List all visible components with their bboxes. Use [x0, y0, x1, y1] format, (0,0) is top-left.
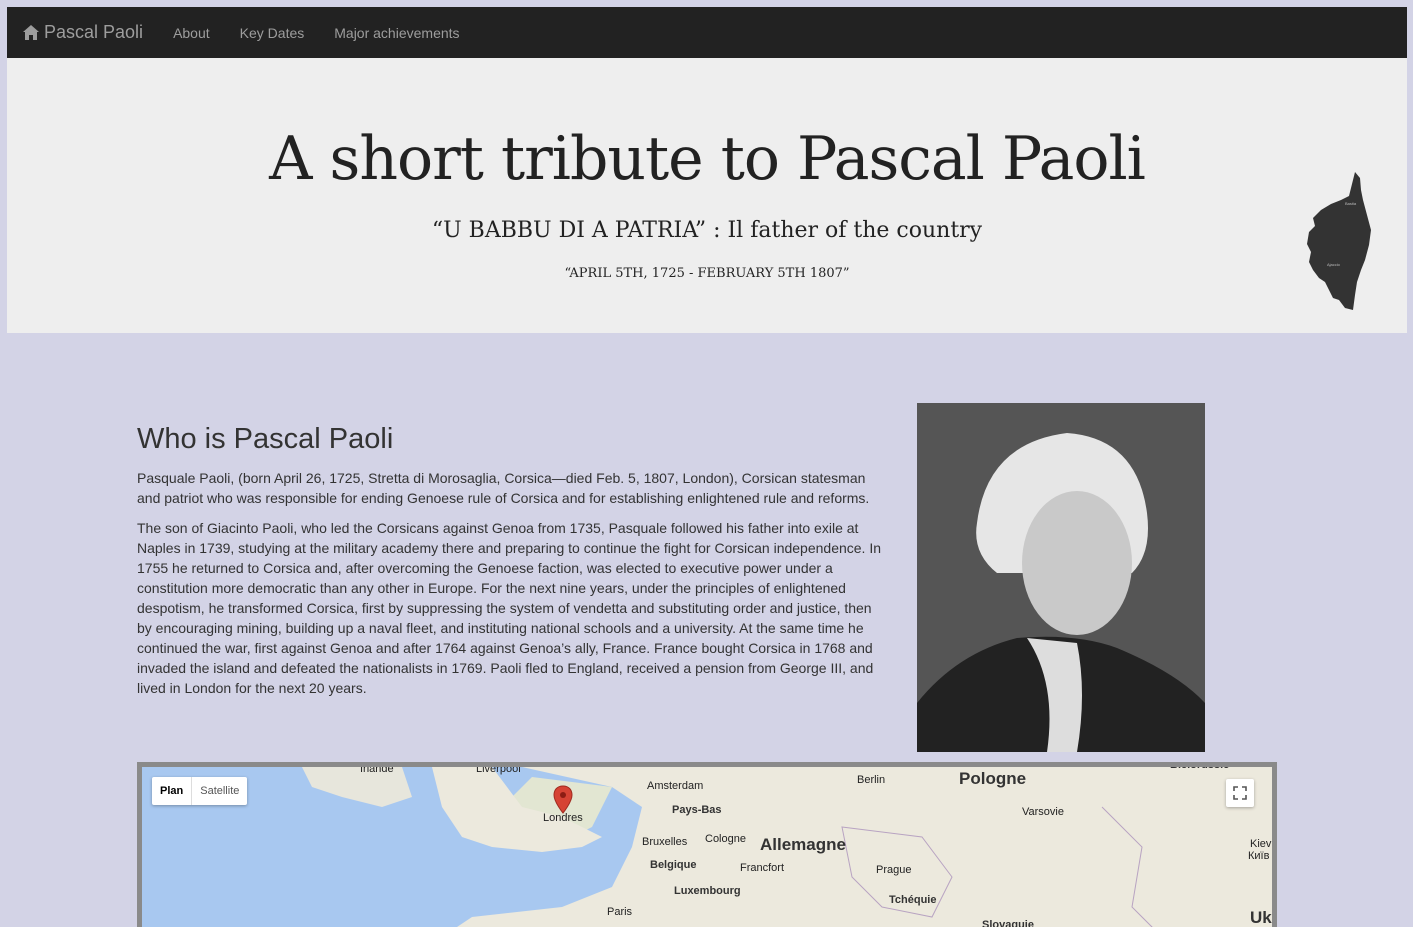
map-type-satellite-button[interactable]: Satellite: [191, 777, 247, 805]
map-label-uk: Uk: [1250, 908, 1272, 927]
map-label-tchequie: Tchéquie: [889, 894, 937, 906]
portrait-drawing: [917, 403, 1205, 752]
map-label-kiev-cyrillic: Київ: [1248, 850, 1270, 862]
map-label-bielorussie: Biélorussie: [1170, 762, 1230, 771]
map-label-slovaquie: Slovaquie: [982, 919, 1034, 927]
map-label-belgique: Belgique: [650, 859, 697, 871]
about-text: Who is Pascal Paoli Pasquale Paoli, (bor…: [137, 423, 887, 708]
map-land: [302, 767, 1272, 927]
map-label-liverpool: Liverpool: [476, 763, 521, 775]
corsica-map-image: Bastia Ajaccio: [1307, 172, 1371, 310]
portrait-image: [917, 403, 1205, 752]
map-label-berlin: Berlin: [857, 774, 886, 786]
fullscreen-button[interactable]: [1226, 779, 1254, 807]
nav-major-achievements[interactable]: Major achievements: [334, 25, 459, 41]
about-paragraph-1: Pasquale Paoli, (born April 26, 1725, St…: [137, 470, 870, 506]
hero-dates: “APRIL 5TH, 1725 - FEBRUARY 5TH 1807”: [564, 266, 850, 281]
map-label-londres: Londres: [543, 812, 583, 824]
nav-about[interactable]: About: [173, 25, 210, 41]
fullscreen-icon: [1233, 786, 1247, 800]
map-label-cologne: Cologne: [705, 833, 746, 845]
corsica-label-bastia: Bastia: [1345, 201, 1357, 206]
home-icon: [23, 25, 39, 40]
map-label-pays-bas: Pays-Bas: [672, 804, 722, 816]
brand-link[interactable]: Pascal Paoli: [22, 22, 143, 43]
map-type-plan-button[interactable]: Plan: [152, 777, 191, 805]
corsica-label-ajaccio: Ajaccio: [1327, 262, 1341, 267]
map-label-varsovie: Varsovie: [1022, 806, 1064, 818]
google-map[interactable]: Plan Satellite Irlande Liverpool Amsterd…: [137, 762, 1277, 927]
hero-subtitle: “U BABBU DI A PATRIA” : Il father of the…: [431, 218, 983, 243]
map-label-allemagne: Allemagne: [760, 835, 846, 854]
map-label-luxembourg: Luxembourg: [674, 885, 741, 897]
map-label-irlande: Irlande: [360, 763, 394, 775]
map-label-amsterdam: Amsterdam: [647, 780, 704, 792]
nav-key-dates[interactable]: Key Dates: [240, 25, 305, 41]
map-label-prague: Prague: [876, 864, 912, 876]
map-label-francfort: Francfort: [740, 862, 785, 874]
map-label-pologne: Pologne: [959, 769, 1027, 788]
about-heading: Who is Pascal Paoli: [137, 423, 394, 455]
map-label-kiev: Kiev: [1250, 838, 1272, 850]
hero-jumbotron: A short tribute to Pascal Paoli “U BABBU…: [7, 58, 1407, 333]
map-label-bruxelles: Bruxelles: [642, 836, 688, 848]
hero-title: A short tribute to Pascal Paoli: [269, 124, 1146, 194]
map-type-toggle: Plan Satellite: [152, 777, 248, 805]
navbar: Pascal Paoli About Key Dates Major achie…: [7, 7, 1407, 58]
about-paragraph-2: The son of Giacinto Paoli, who led the C…: [137, 520, 882, 696]
page-frame: Pascal Paoli About Key Dates Major achie…: [7, 7, 1407, 333]
map-label-paris: Paris: [607, 906, 633, 918]
brand-label: Pascal Paoli: [44, 22, 144, 42]
